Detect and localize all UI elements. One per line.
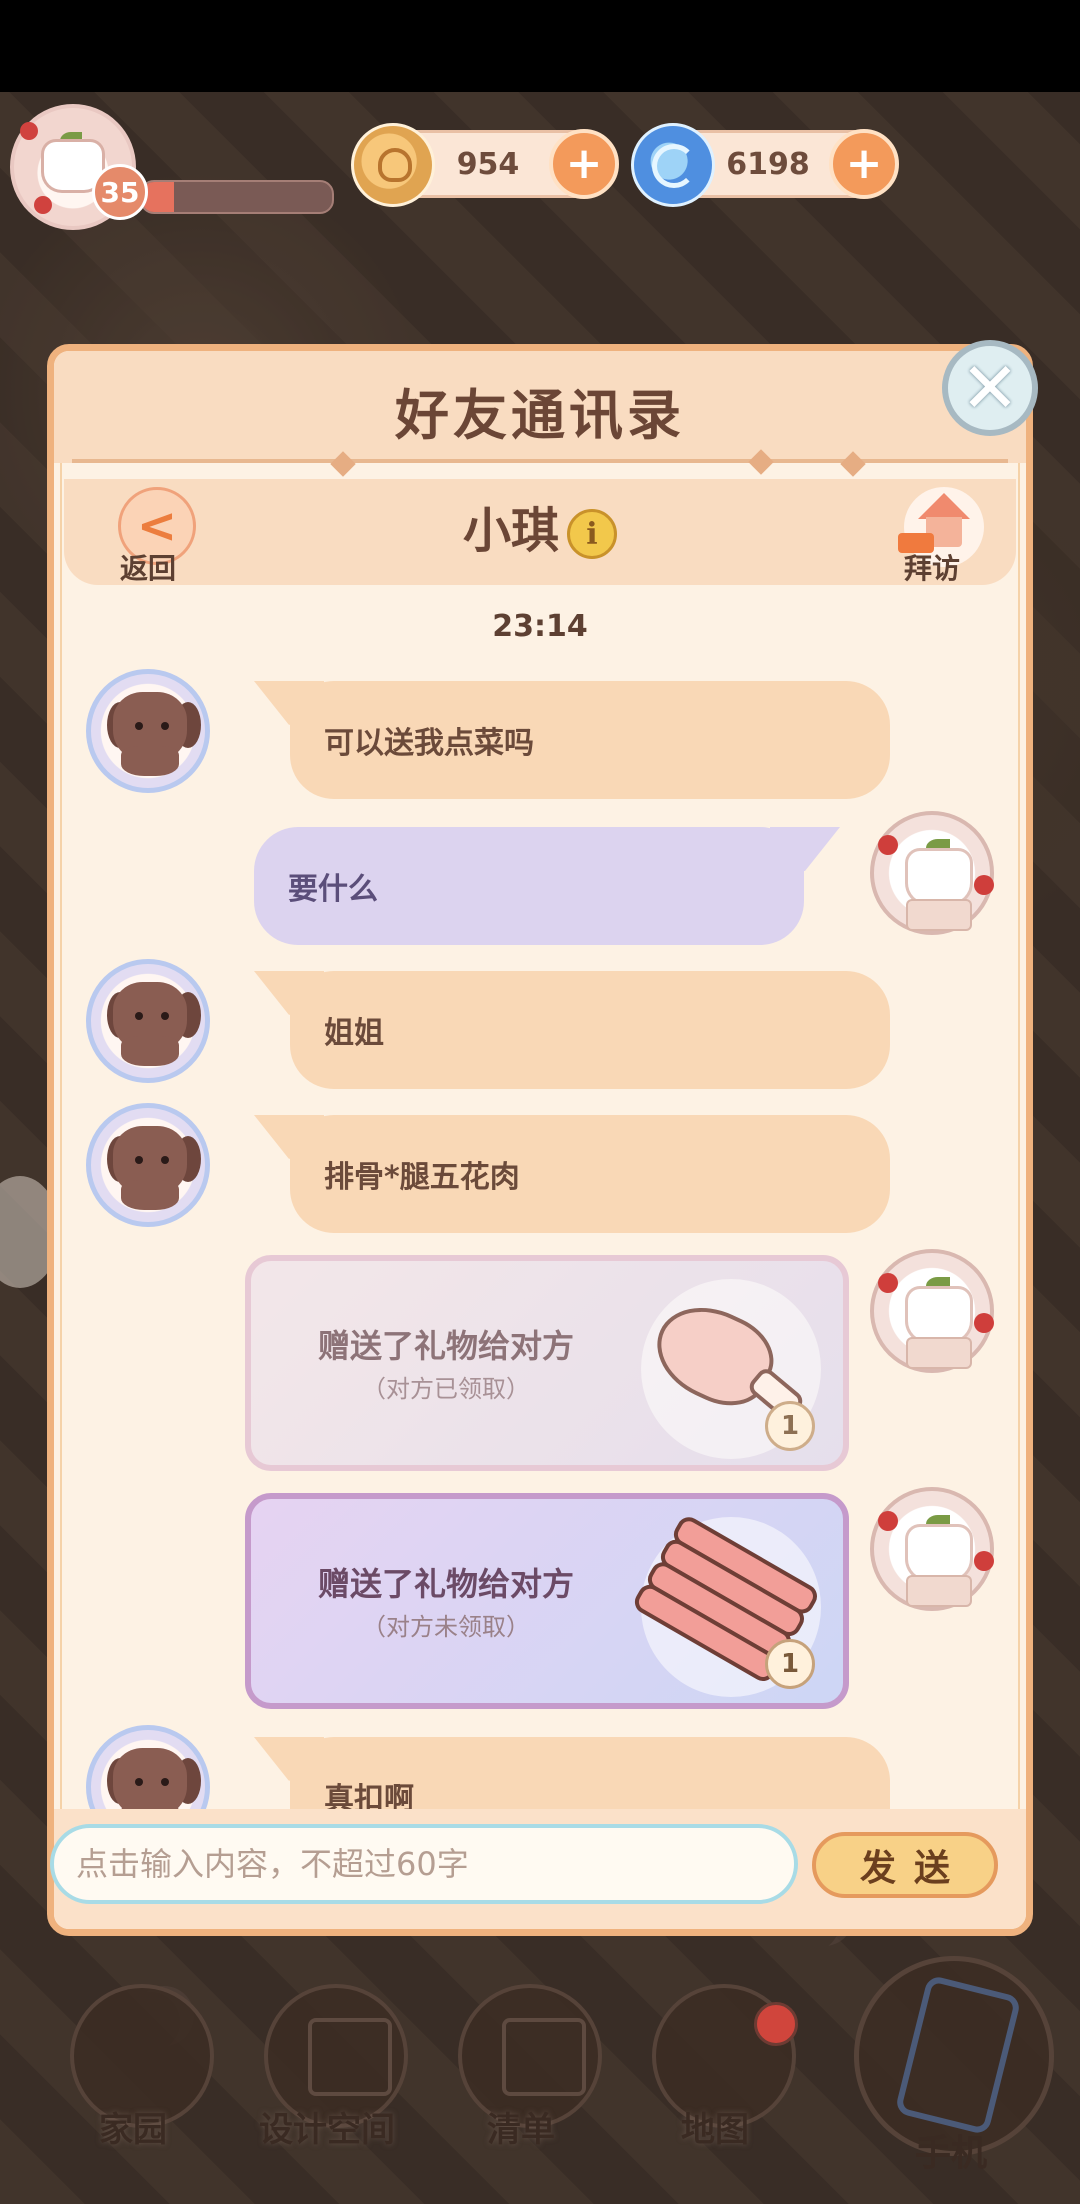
gift-card-unclaimed[interactable]: 赠送了礼物给对方 （对方未领取） 1 — [245, 1493, 849, 1709]
xp-progress-bar — [140, 180, 334, 214]
contact-name-text: 小琪 — [462, 503, 559, 559]
gold-amount: 954 — [456, 146, 520, 182]
friend-contacts-panel: 好友通讯录 小琪 i < 返回 拜访 23:14 可以送我点菜吗 要什么 姐姐 … — [47, 344, 1033, 1936]
nav-design-label: 设计空间 — [259, 2110, 395, 2150]
close-button[interactable]: ✕ — [942, 340, 1038, 436]
self-avatar[interactable] — [870, 811, 994, 935]
notification-dot — [754, 2002, 798, 2046]
add-gem-button[interactable]: + — [829, 129, 899, 199]
gem-amount: 6198 — [726, 146, 810, 182]
friend-message-bubble[interactable]: 姐姐 — [290, 971, 890, 1089]
self-message-bubble[interactable]: 要什么 — [254, 827, 804, 945]
header-divider — [72, 459, 1008, 463]
gift-card-claimed[interactable]: 赠送了礼物给对方 （对方已领取） 1 — [245, 1255, 849, 1471]
panel-title: 好友通讯录 — [395, 384, 685, 447]
self-avatar[interactable] — [870, 1249, 994, 1373]
friend-avatar[interactable] — [86, 1103, 210, 1227]
nav-map-label: 地图 — [681, 2110, 749, 2150]
friend-message-bubble[interactable]: 排骨*腿五花肉 — [290, 1115, 890, 1233]
nav-list[interactable]: 清单 — [446, 1984, 602, 2150]
nav-home-label: 家园 — [99, 2110, 167, 2150]
gift-count-badge: 1 — [765, 1401, 815, 1451]
friend-message-bubble[interactable]: 可以送我点菜吗 — [290, 681, 890, 799]
friend-avatar[interactable] — [86, 669, 210, 793]
gift-status: （对方已领取） — [362, 1375, 530, 1403]
self-avatar[interactable] — [870, 1487, 994, 1611]
close-icon: ✕ — [960, 347, 1020, 429]
contact-name: 小琪 i — [54, 491, 1026, 561]
nav-phone-label: 手机 — [914, 2133, 987, 2174]
gift-status: （对方未领取） — [362, 1613, 530, 1641]
gold-counter: 954 + — [351, 123, 619, 207]
chat-timestamp: 23:14 — [492, 609, 588, 644]
nav-design-space[interactable]: 设计空间 — [252, 1984, 408, 2150]
gift-text: 赠送了礼物给对方 — [317, 1327, 574, 1365]
nav-list-label: 清单 — [487, 2110, 555, 2150]
nav-home[interactable]: 家园 — [58, 1984, 214, 2150]
visit-label: 拜访 — [904, 552, 961, 585]
send-button[interactable]: 发送 — [812, 1832, 998, 1898]
swirl-currency-icon — [631, 123, 715, 207]
gem-counter: 6198 + — [631, 123, 899, 207]
info-icon[interactable]: i — [567, 509, 617, 559]
add-gold-button[interactable]: + — [549, 129, 619, 199]
gift-text: 赠送了礼物给对方 — [317, 1565, 574, 1603]
friend-avatar[interactable] — [86, 959, 210, 1083]
gift-count-badge: 1 — [765, 1639, 815, 1689]
back-label: 返回 — [120, 552, 177, 585]
chat-message-input[interactable] — [50, 1824, 798, 1904]
nav-map[interactable]: 地图 — [640, 1984, 798, 2150]
status-bar — [0, 0, 1080, 92]
gold-coin-icon — [351, 123, 435, 207]
level-badge: 35 — [92, 164, 148, 220]
